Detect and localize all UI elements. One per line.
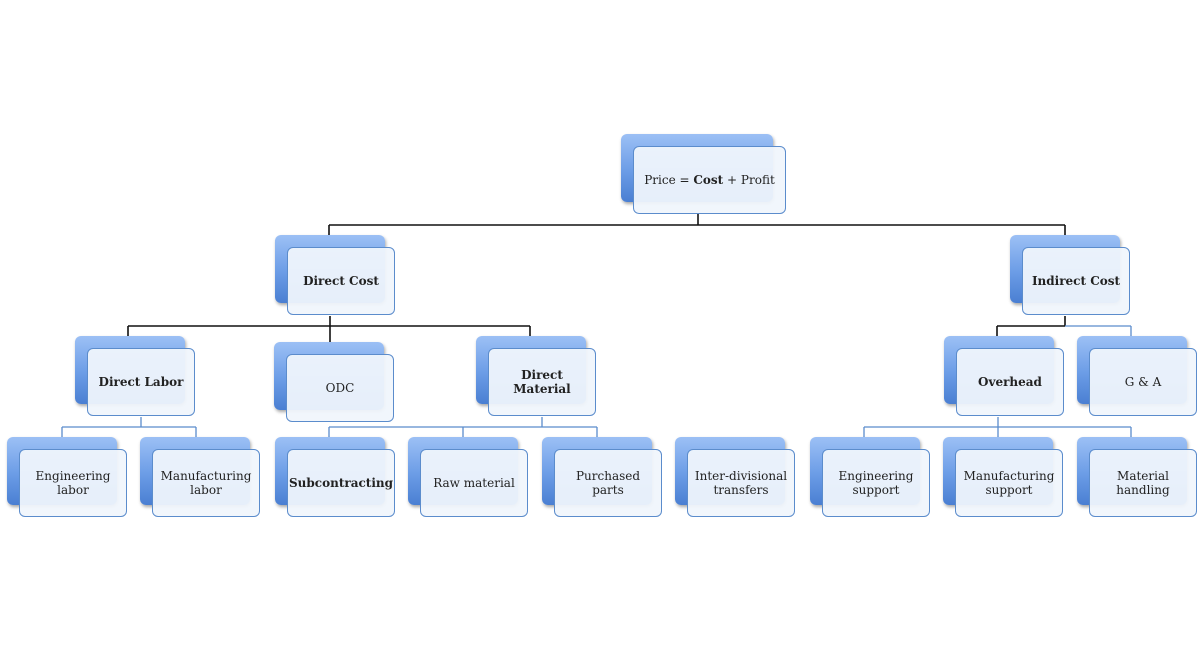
node-label: Price = Cost + Profit xyxy=(633,146,786,214)
node-label: Manufacturing support xyxy=(955,449,1063,517)
node-label: Manufacturing labor xyxy=(152,449,260,517)
node-label: ODC xyxy=(286,354,394,422)
node-purchased-parts: Purchased parts xyxy=(542,437,665,519)
connector-lines xyxy=(61,214,1132,437)
node-odc: ODC xyxy=(274,342,397,424)
root-bold: Cost xyxy=(693,173,724,187)
node-raw-material: Raw material xyxy=(408,437,531,519)
node-label: Engineering support xyxy=(822,449,930,517)
node-label: Inter-divisional transfers xyxy=(687,449,795,517)
node-manufacturing-labor: Manufacturing labor xyxy=(140,437,263,519)
node-label: Overhead xyxy=(956,348,1064,416)
node-label: Raw material xyxy=(420,449,528,517)
node-indirect-cost: Indirect Cost xyxy=(1010,235,1133,317)
node-label: Material handling xyxy=(1089,449,1197,517)
node-label: Direct Material xyxy=(488,348,596,416)
node-overhead: Overhead xyxy=(944,336,1067,418)
root-suffix: + Profit xyxy=(723,173,775,187)
node-direct-material: Direct Material xyxy=(476,336,599,418)
node-price: Price = Cost + Profit xyxy=(621,134,787,216)
node-direct-cost: Direct Cost xyxy=(275,235,398,317)
node-label: Subcontracting xyxy=(287,449,395,517)
node-engineering-labor: Engineering labor xyxy=(7,437,130,519)
node-label: Direct Labor xyxy=(87,348,195,416)
node-material-handling: Material handling xyxy=(1077,437,1200,519)
node-manufacturing-support: Manufacturing support xyxy=(943,437,1066,519)
root-prefix: Price = xyxy=(644,173,694,187)
node-label: G & A xyxy=(1089,348,1197,416)
node-label: Purchased parts xyxy=(554,449,662,517)
node-inter-divisional-transfers: Inter-divisional transfers xyxy=(675,437,798,519)
node-engineering-support: Engineering support xyxy=(810,437,933,519)
node-subcontracting: Subcontracting xyxy=(275,437,398,519)
node-direct-labor: Direct Labor xyxy=(75,336,198,418)
node-g-and-a: G & A xyxy=(1077,336,1200,418)
node-label: Direct Cost xyxy=(287,247,395,315)
node-label: Indirect Cost xyxy=(1022,247,1130,315)
node-label: Engineering labor xyxy=(19,449,127,517)
